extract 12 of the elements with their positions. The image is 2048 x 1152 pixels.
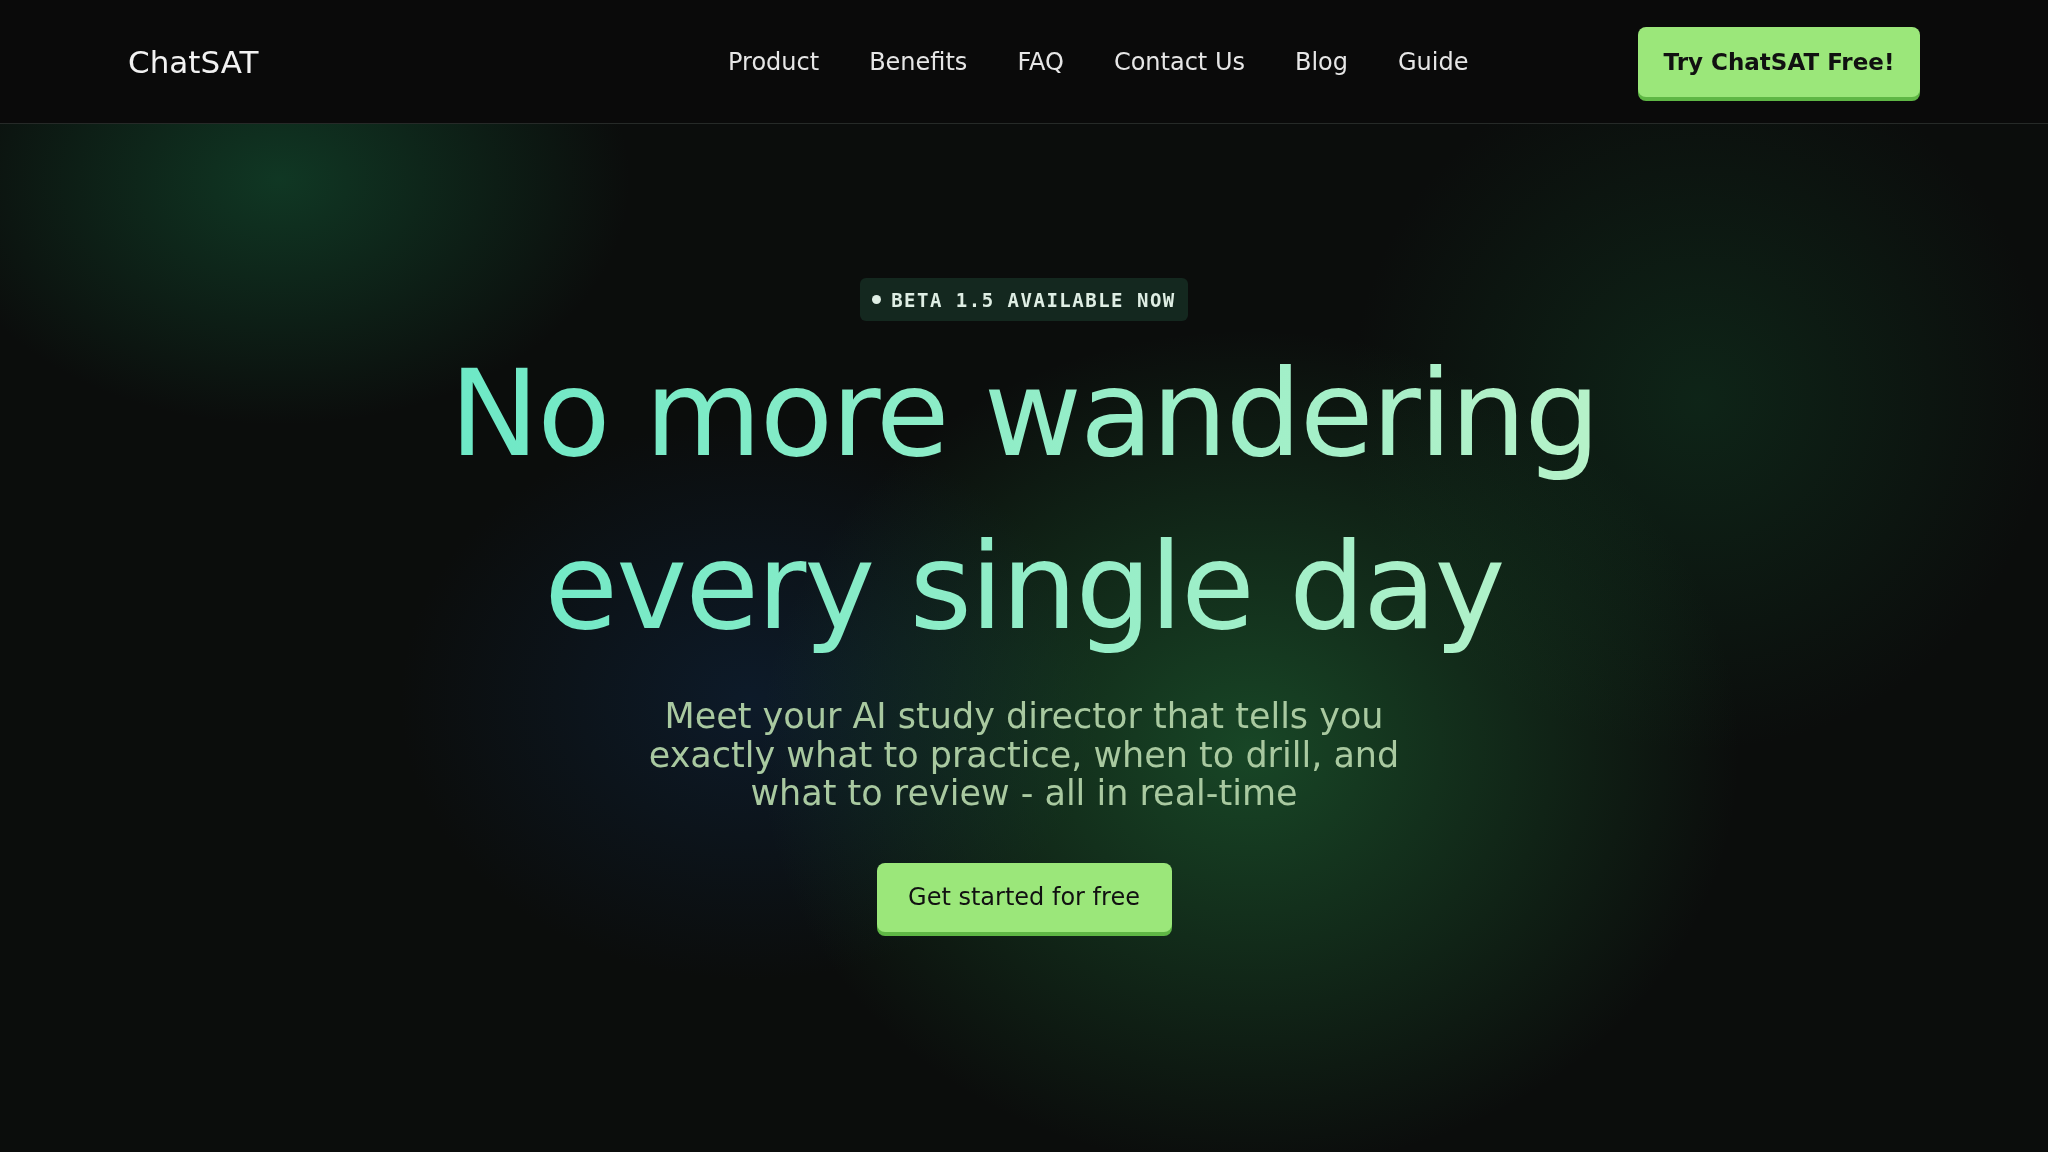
nav-link[interactable]: Benefits (869, 47, 968, 76)
nav-link[interactable]: Contact Us (1113, 47, 1245, 76)
hero-title: every single day (543, 516, 1505, 658)
hero-subtitle: Meet your AI study director that tells you exactly what to practice, when to drill, and what to review - all in real-time (647, 697, 1401, 813)
badge-text: BETA 1.5 AVAILABLE NOW (891, 288, 1176, 311)
nav-link[interactable]: Product (728, 47, 820, 76)
nav-link[interactable]: Guide (1398, 47, 1469, 76)
hero-title: No more wandering (449, 343, 1599, 485)
logo[interactable]: ChatSAT (128, 43, 728, 80)
dot-icon (872, 295, 882, 304)
nav-link[interactable]: Blog (1294, 47, 1348, 76)
nav-link[interactable]: FAQ (1017, 47, 1064, 76)
